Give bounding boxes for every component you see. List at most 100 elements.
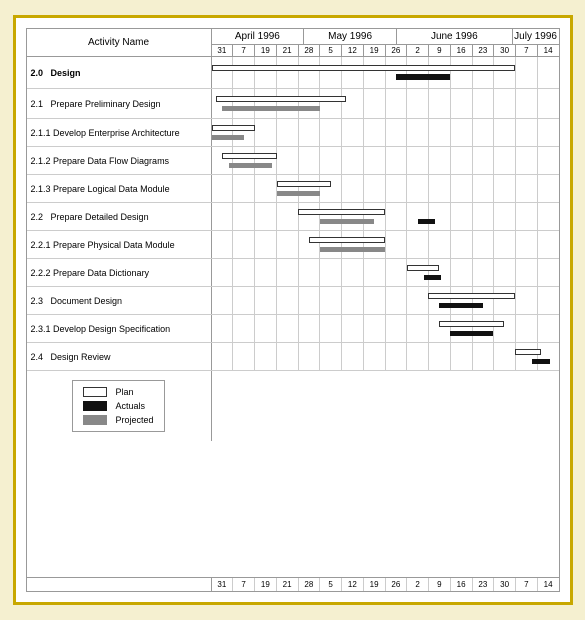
data-rows: 2.0 Design 2.1 Prepare Prelimi: [27, 57, 559, 577]
bar-plan-2-2-2: [407, 265, 440, 271]
bar-projected-2-1-1: [212, 135, 245, 140]
legend-box-actual: [83, 401, 107, 411]
b-date-7c: 7: [516, 578, 538, 591]
bar-plan-2-2-1: [309, 237, 385, 243]
activity-cell-2-1-2: 2.1.2 Prepare Data Flow Diagrams: [27, 147, 212, 174]
date-19b: 19: [364, 45, 386, 56]
activity-cell-2-1-1: 2.1.1 Develop Enterprise Architecture: [27, 119, 212, 146]
activity-cell-2-3-1: 2.3.1 Develop Design Specification: [27, 315, 212, 342]
b-date-26: 26: [386, 578, 408, 591]
bar-plan-2-1-2: [222, 153, 276, 159]
date-7a: 7: [233, 45, 255, 56]
gantt-cells-2-1-3: [212, 175, 559, 202]
bar-plan-2-1-3: [277, 181, 331, 187]
gantt-cells-2-4: [212, 343, 559, 370]
b-date-5: 5: [320, 578, 342, 591]
legend-area: Plan Actuals Projected: [27, 371, 212, 441]
legend-box-plan: [83, 387, 107, 397]
gantt-cells-2-2: [212, 203, 559, 230]
date-14: 14: [538, 45, 559, 56]
activity-cell-2-0: 2.0 Design: [27, 57, 212, 88]
month-june: June 1996: [397, 29, 513, 44]
activity-header: Activity Name: [27, 29, 212, 56]
bar-projected-2-1-3: [277, 191, 320, 196]
activity-cell-2-2: 2.2 Prepare Detailed Design: [27, 203, 212, 230]
table-row: 2.4 Design Review: [27, 343, 559, 371]
bar-plan-2-2: [298, 209, 385, 215]
bar-plan-2-3-1: [439, 321, 504, 327]
activity-cell-2-1: 2.1 Prepare Preliminary Design: [27, 89, 212, 118]
month-labels: April 1996 May 1996 June 1996 July 1996: [212, 29, 559, 45]
legend-item-projected: Projected: [83, 415, 153, 425]
gantt-cells-2-0: [212, 57, 559, 88]
legend-gantt-space: [212, 371, 559, 441]
table-row: 2.2 Prepare Detailed Design: [27, 203, 559, 231]
bar-actual-2-2-2: [424, 275, 441, 280]
gantt-cells-2-3-1: [212, 315, 559, 342]
legend-item-plan: Plan: [83, 387, 153, 397]
gantt-container: Activity Name April 1996 May 1996 June 1…: [26, 28, 560, 592]
gantt-cells-2-2-2: [212, 259, 559, 286]
date-12: 12: [342, 45, 364, 56]
bottom-spacer: [27, 578, 212, 591]
activity-cell-2-4: 2.4 Design Review: [27, 343, 212, 370]
date-2: 2: [407, 45, 429, 56]
date-9: 9: [429, 45, 451, 56]
legend-label-actual: Actuals: [115, 401, 145, 411]
table-row: 2.3 Document Design: [27, 287, 559, 315]
b-date-19b: 19: [364, 578, 386, 591]
bar-actual-2-3-1: [450, 331, 493, 336]
gantt-cells-2-1: [212, 89, 559, 118]
table-row: 2.1 Prepare Preliminary Design: [27, 89, 559, 119]
date-31: 31: [212, 45, 234, 56]
bottom-dates-row: 31 7 19 21 28 5 12 19 26 2 9 16 23 30 7 …: [27, 577, 559, 591]
bar-projected-2-2: [320, 219, 374, 224]
date-23: 23: [473, 45, 495, 56]
legend-item-actual: Actuals: [83, 401, 153, 411]
date-16: 16: [451, 45, 473, 56]
activity-cell-2-2-2: 2.2.2 Prepare Data Dictionary: [27, 259, 212, 286]
gantt-cells-2-2-1: [212, 231, 559, 258]
month-april: April 1996: [212, 29, 305, 44]
bar-plan-2-1: [216, 96, 346, 102]
bar-actual-2-3: [439, 303, 482, 308]
gantt-cells-2-1-1: [212, 119, 559, 146]
month-july: July 1996: [513, 29, 559, 44]
legend-row: Plan Actuals Projected: [27, 371, 559, 441]
date-30: 30: [494, 45, 516, 56]
b-date-14: 14: [538, 578, 559, 591]
b-date-2: 2: [407, 578, 429, 591]
legend-label-plan: Plan: [115, 387, 133, 397]
b-date-30: 30: [494, 578, 516, 591]
date-21: 21: [277, 45, 299, 56]
table-row: 2.1.2 Prepare Data Flow Diagrams: [27, 147, 559, 175]
bar-plan-2-1-1: [212, 125, 255, 131]
bar-projected-2-1-2: [229, 163, 272, 168]
bar-projected-2-1: [222, 106, 320, 111]
date-19a: 19: [255, 45, 277, 56]
header-row: Activity Name April 1996 May 1996 June 1…: [27, 29, 559, 57]
table-row: 2.2.1 Prepare Physical Data Module: [27, 231, 559, 259]
date-5: 5: [320, 45, 342, 56]
activity-header-label: Activity Name: [88, 37, 149, 48]
gantt-cells-2-3: [212, 287, 559, 314]
date-7b: 7: [516, 45, 538, 56]
activity-cell-2-3: 2.3 Document Design: [27, 287, 212, 314]
b-date-12: 12: [342, 578, 364, 591]
b-date-19a: 19: [255, 578, 277, 591]
bar-actual: [396, 74, 450, 80]
months-header: April 1996 May 1996 June 1996 July 1996 …: [212, 29, 559, 56]
table-row: 2.1.1 Develop Enterprise Architecture: [27, 119, 559, 147]
bar-plan-2-3: [428, 293, 515, 299]
gantt-cells-2-1-2: [212, 147, 559, 174]
outer-border: Activity Name April 1996 May 1996 June 1…: [13, 15, 573, 605]
b-date-21: 21: [277, 578, 299, 591]
table-row: 2.0 Design: [27, 57, 559, 89]
legend-items: Plan Actuals Projected: [72, 380, 164, 432]
bar-projected-2-2-1: [320, 247, 385, 252]
date-26: 26: [386, 45, 408, 56]
legend-label-projected: Projected: [115, 415, 153, 425]
b-date-9: 9: [429, 578, 451, 591]
bottom-date-labels: 31 7 19 21 28 5 12 19 26 2 9 16 23 30 7 …: [212, 578, 559, 591]
b-date-31: 31: [212, 578, 234, 591]
